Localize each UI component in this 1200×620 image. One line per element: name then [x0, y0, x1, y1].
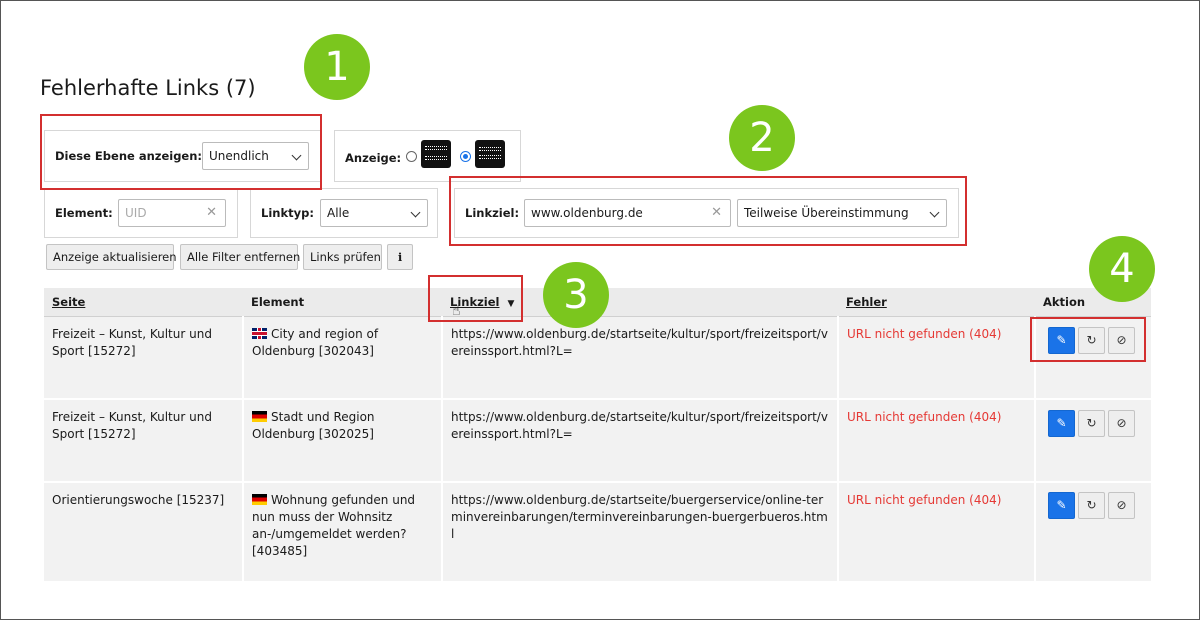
- highlight-box-1: [40, 114, 322, 190]
- clear-icon[interactable]: ✕: [206, 205, 217, 220]
- callout-badge-4: 4: [1089, 236, 1155, 302]
- cell-page[interactable]: Freizeit – Kunst, Kultur und Sport [1527…: [44, 399, 243, 483]
- check-links-button[interactable]: Links prüfen: [303, 244, 382, 270]
- header-error[interactable]: Fehler: [838, 288, 1035, 317]
- highlight-box-2: [449, 176, 967, 246]
- cell-error: URL nicht gefunden (404): [837, 482, 1035, 583]
- remove-filters-button[interactable]: Alle Filter entfernen: [180, 244, 300, 270]
- info-button[interactable]: i: [387, 244, 413, 270]
- element-placeholder: UID: [125, 206, 147, 220]
- display-expanded-radio[interactable]: [460, 151, 471, 162]
- recheck-icon[interactable]: ↻: [1078, 492, 1105, 519]
- page-title: Fehlerhafte Links (7): [40, 76, 256, 100]
- linktype-label: Linktyp:: [261, 206, 314, 220]
- uk-flag-icon: [252, 327, 267, 339]
- broken-links-table: Seite Element Linkziel ▼ Fehler Aktion F…: [44, 288, 1151, 584]
- table-row: Freizeit – Kunst, Kultur und Sport [1527…: [44, 399, 1151, 483]
- chevron-down-icon: [410, 207, 421, 218]
- cell-target: https://www.oldenburg.de/startseite/kult…: [441, 399, 838, 483]
- cell-element[interactable]: Wohnung gefunden und nun muss der Wohnsi…: [242, 482, 442, 583]
- linktype-select-value: Alle: [327, 206, 350, 220]
- table-row: Freizeit – Kunst, Kultur und Sport [1527…: [44, 316, 1151, 400]
- highlight-box-4: [1030, 317, 1146, 362]
- callout-badge-2: 2: [729, 105, 795, 171]
- cell-target: https://www.oldenburg.de/startseite/kult…: [441, 316, 838, 400]
- display-label: Anzeige:: [345, 151, 402, 165]
- edit-pencil-icon[interactable]: ✎: [1048, 492, 1075, 519]
- element-input[interactable]: UID ✕: [118, 199, 226, 227]
- edit-pencil-icon[interactable]: ✎: [1048, 410, 1075, 437]
- header-element: Element: [243, 288, 442, 317]
- element-text: Stadt und Region Oldenburg [302025]: [252, 410, 375, 441]
- callout-badge-3: 3: [543, 262, 609, 328]
- cell-element[interactable]: City and region of Oldenburg [302043]: [242, 316, 442, 400]
- cell-element[interactable]: Stadt und Region Oldenburg [302025]: [242, 399, 442, 483]
- linktype-select[interactable]: Alle: [320, 199, 428, 227]
- cell-page[interactable]: Orientierungswoche [15237]: [44, 482, 243, 583]
- recheck-icon[interactable]: ↻: [1078, 410, 1105, 437]
- compact-view-icon: [421, 140, 451, 168]
- hand-cursor-icon: ☝: [452, 303, 461, 319]
- element-text: Wohnung gefunden und nun muss der Wohnsi…: [252, 493, 416, 558]
- refresh-button[interactable]: Anzeige aktualisieren: [46, 244, 177, 270]
- cell-page[interactable]: Freizeit – Kunst, Kultur und Sport [1527…: [44, 316, 243, 400]
- element-text: City and region of Oldenburg [302043]: [252, 326, 379, 358]
- de-flag-icon: [252, 494, 267, 505]
- de-flag-icon: [252, 411, 267, 422]
- element-label: Element:: [55, 206, 113, 220]
- table-row: Orientierungswoche [15237] Wohnung gefun…: [44, 482, 1151, 583]
- highlight-box-3: [428, 275, 523, 322]
- ignore-link-icon[interactable]: ⊘: [1108, 410, 1135, 437]
- header-page[interactable]: Seite: [44, 288, 243, 317]
- cell-error: URL nicht gefunden (404): [837, 316, 1035, 400]
- expanded-view-icon: [475, 140, 505, 168]
- cell-target: https://www.oldenburg.de/startseite/buer…: [441, 482, 838, 583]
- ignore-link-icon[interactable]: ⊘: [1108, 492, 1135, 519]
- cell-error: URL nicht gefunden (404): [837, 399, 1035, 483]
- callout-badge-1: 1: [304, 34, 370, 100]
- display-compact-radio[interactable]: [406, 151, 417, 162]
